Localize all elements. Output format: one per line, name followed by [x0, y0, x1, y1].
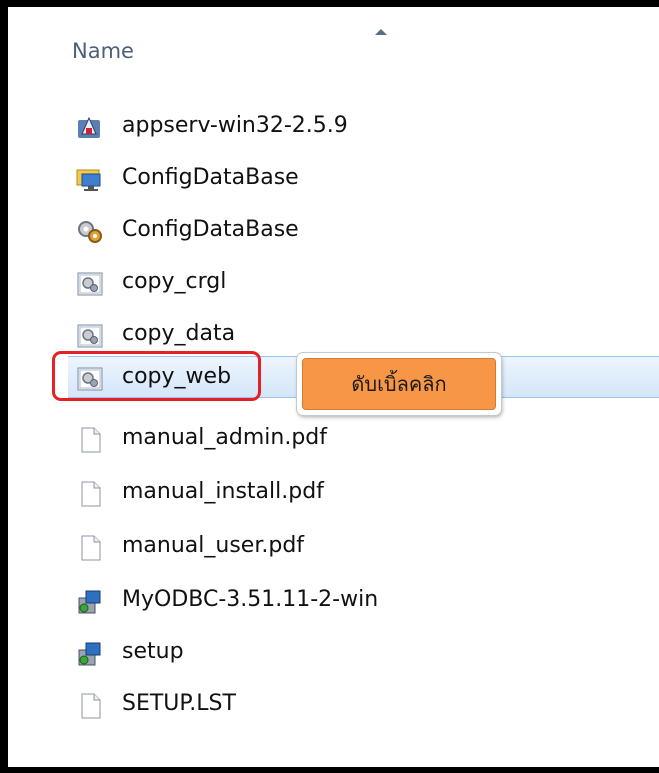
- setup-icon: [76, 640, 104, 668]
- sort-ascending-icon[interactable]: [375, 29, 387, 35]
- batch-file-icon: [76, 270, 104, 298]
- document-icon: [76, 480, 104, 508]
- file-name: manual_install.pdf: [122, 479, 324, 504]
- file-name: ConfigDataBase: [122, 165, 299, 190]
- file-name: SETUP.LST: [122, 691, 236, 716]
- name-column-header[interactable]: Name: [72, 39, 134, 63]
- document-icon: [76, 692, 104, 720]
- file-row-setup-lst[interactable]: SETUP.LST: [68, 684, 659, 726]
- document-icon: [76, 534, 104, 562]
- file-row-configdatabase-2[interactable]: ConfigDataBase: [68, 210, 659, 252]
- explorer-window: Name appserv-win32-2.5.9 ConfigDataBase: [0, 0, 659, 773]
- file-row-appserv[interactable]: appserv-win32-2.5.9: [68, 106, 659, 148]
- gear-shortcut-icon: [76, 218, 104, 246]
- file-row-manual-user[interactable]: manual_user.pdf: [68, 526, 659, 568]
- document-icon: [76, 426, 104, 454]
- callout-text: ดับเบิ้ลคลิก: [302, 358, 496, 410]
- file-row-copy-crgl[interactable]: copy_crgl: [68, 262, 659, 304]
- selection-highlight-box: [52, 351, 261, 401]
- monitor-folder-icon: [76, 166, 104, 194]
- file-name: MyODBC-3.51.11-2-win: [122, 587, 379, 612]
- setup-icon: [76, 588, 104, 616]
- batch-file-icon: [76, 322, 104, 350]
- file-row-configdatabase-1[interactable]: ConfigDataBase: [68, 158, 659, 200]
- file-name: copy_data: [122, 321, 236, 346]
- file-name: manual_user.pdf: [122, 533, 305, 558]
- file-row-manual-admin[interactable]: manual_admin.pdf: [68, 418, 659, 460]
- file-row-manual-install[interactable]: manual_install.pdf: [68, 472, 659, 514]
- file-name: copy_crgl: [122, 269, 227, 294]
- file-row-myodbc[interactable]: MyODBC-3.51.11-2-win: [68, 580, 659, 622]
- file-name: manual_admin.pdf: [122, 425, 327, 450]
- file-row-copy-data[interactable]: copy_data: [68, 314, 659, 356]
- file-name: appserv-win32-2.5.9: [122, 113, 348, 138]
- file-name: setup: [122, 639, 184, 664]
- column-header: Name: [8, 7, 659, 85]
- instruction-callout: ดับเบิ้ลคลิก: [297, 353, 501, 415]
- file-name: ConfigDataBase: [122, 217, 299, 242]
- installer-icon: [76, 114, 104, 142]
- file-row-setup[interactable]: setup: [68, 632, 659, 674]
